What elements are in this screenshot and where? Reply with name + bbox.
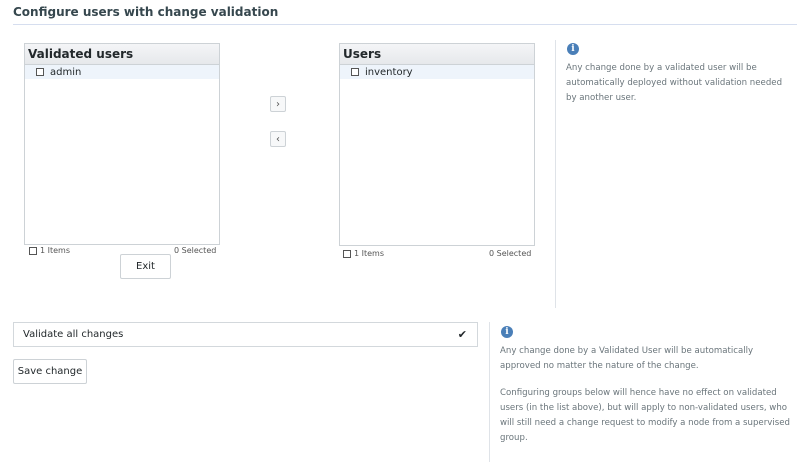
list-item[interactable]: inventory [340, 65, 534, 79]
checkmark-icon: ✔ [457, 328, 467, 341]
info-divider [555, 40, 556, 308]
validate-all-label: Validate all changes [23, 329, 124, 340]
list-item-label: admin [50, 66, 82, 78]
users-selected: 0 Selected [489, 249, 532, 258]
list-item[interactable]: admin [25, 65, 219, 79]
save-change-button[interactable]: Save change [13, 359, 87, 384]
validated-users-header: Validated users [25, 44, 219, 65]
checkbox[interactable] [36, 68, 44, 76]
validated-users-selected: 0 Selected [174, 246, 217, 255]
select-all-checkbox[interactable] [343, 249, 351, 258]
info-icon: i [501, 326, 513, 338]
select-all-checkbox[interactable] [29, 246, 37, 255]
move-left-button[interactable]: ‹ [270, 131, 286, 147]
users-list: Users inventory [339, 43, 535, 246]
validate-all-select[interactable]: Validate all changes ✔ [13, 322, 478, 347]
list-item-label: inventory [365, 66, 413, 78]
checkbox[interactable] [351, 68, 359, 76]
title-divider [13, 24, 797, 25]
validated-users-list: Validated users admin [24, 43, 220, 245]
info-paragraph-2: Configuring groups below will hence have… [500, 388, 790, 443]
page-title: Configure users with change validation [13, 5, 279, 19]
info-divider [489, 322, 490, 462]
exit-button[interactable]: Exit [120, 254, 171, 279]
info-icon: i [567, 43, 579, 55]
users-header: Users [340, 44, 534, 65]
validated-users-count: 1 Items [29, 246, 70, 255]
info-text: Any change done by a validated user will… [566, 63, 783, 103]
users-count: 1 Items [343, 249, 384, 258]
info-paragraph-1: Any change done by a Validated User will… [500, 346, 754, 371]
chevron-right-icon: › [276, 98, 280, 110]
chevron-left-icon: ‹ [276, 133, 280, 145]
move-right-button[interactable]: › [270, 96, 286, 112]
